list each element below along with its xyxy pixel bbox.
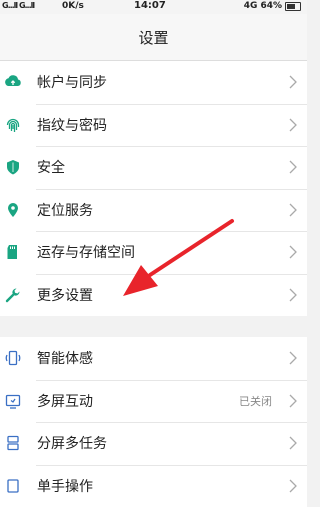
one-hand-icon <box>4 477 22 495</box>
status-text: 已关闭 <box>239 393 272 409</box>
settings-item-label: 单手操作 <box>37 476 93 496</box>
chevron-right-icon <box>287 286 299 304</box>
settings-item-smart-motion[interactable]: 智能体感 <box>0 337 307 380</box>
chevron-right-icon <box>287 73 299 91</box>
settings-item-label: 更多设置 <box>37 285 93 305</box>
chevron-right-icon <box>287 392 299 410</box>
chevron-right-icon <box>287 116 299 134</box>
settings-group-1: 帐户与同步 指纹与密码 安全 定位服务 运存与存储空间 <box>0 61 307 316</box>
title-bar: 设置 <box>0 14 307 61</box>
network-speed: 0K/s <box>62 1 84 11</box>
settings-item-label: 运存与存储空间 <box>37 242 135 262</box>
settings-group-2: 智能体感 多屏互动 已关闭 分屏多任务 单手操作 <box>0 337 307 507</box>
settings-item-label: 智能体感 <box>37 348 93 368</box>
settings-item-location[interactable]: 定位服务 <box>0 189 307 232</box>
cloud-sync-icon <box>4 73 22 91</box>
settings-item-one-hand[interactable]: 单手操作 <box>0 465 307 507</box>
chevron-right-icon <box>287 243 299 261</box>
split-screen-icon <box>4 434 22 452</box>
location-pin-icon <box>4 201 22 219</box>
phone-motion-icon <box>4 349 22 367</box>
battery-icon <box>285 2 301 11</box>
battery-percent: 64% <box>260 1 282 11</box>
chevron-right-icon <box>287 201 299 219</box>
settings-item-label: 定位服务 <box>37 200 93 220</box>
settings-item-split-screen[interactable]: 分屏多任务 <box>0 422 307 465</box>
network-type: 4G <box>244 1 258 11</box>
page-title: 设置 <box>0 27 307 48</box>
chevron-right-icon <box>287 349 299 367</box>
sd-card-icon <box>4 243 22 261</box>
settings-item-label: 指纹与密码 <box>37 115 107 135</box>
wrench-icon <box>4 286 22 304</box>
chevron-right-icon <box>287 434 299 452</box>
clock: 14:07 <box>134 0 166 11</box>
chevron-right-icon <box>287 158 299 176</box>
settings-item-fingerprint-password[interactable]: 指纹与密码 <box>0 104 307 147</box>
fingerprint-icon <box>4 116 22 134</box>
settings-item-label: 分屏多任务 <box>37 433 107 453</box>
settings-item-more-settings[interactable]: 更多设置 <box>0 274 307 317</box>
chevron-right-icon <box>287 477 299 495</box>
settings-item-label: 安全 <box>37 157 65 177</box>
shield-icon <box>4 158 22 176</box>
settings-item-storage[interactable]: 运存与存储空间 <box>0 231 307 274</box>
status-bar: G...ll G...ll 0K/s 14:07 4G 64% <box>0 0 307 14</box>
settings-item-account-sync[interactable]: 帐户与同步 <box>0 61 307 104</box>
settings-item-security[interactable]: 安全 <box>0 146 307 189</box>
settings-item-multiscreen[interactable]: 多屏互动 已关闭 <box>0 380 307 423</box>
settings-item-label: 多屏互动 <box>37 391 93 411</box>
screen-cast-icon <box>4 392 22 410</box>
signal-indicator: G...ll G...ll <box>2 1 34 10</box>
settings-item-label: 帐户与同步 <box>37 72 107 92</box>
